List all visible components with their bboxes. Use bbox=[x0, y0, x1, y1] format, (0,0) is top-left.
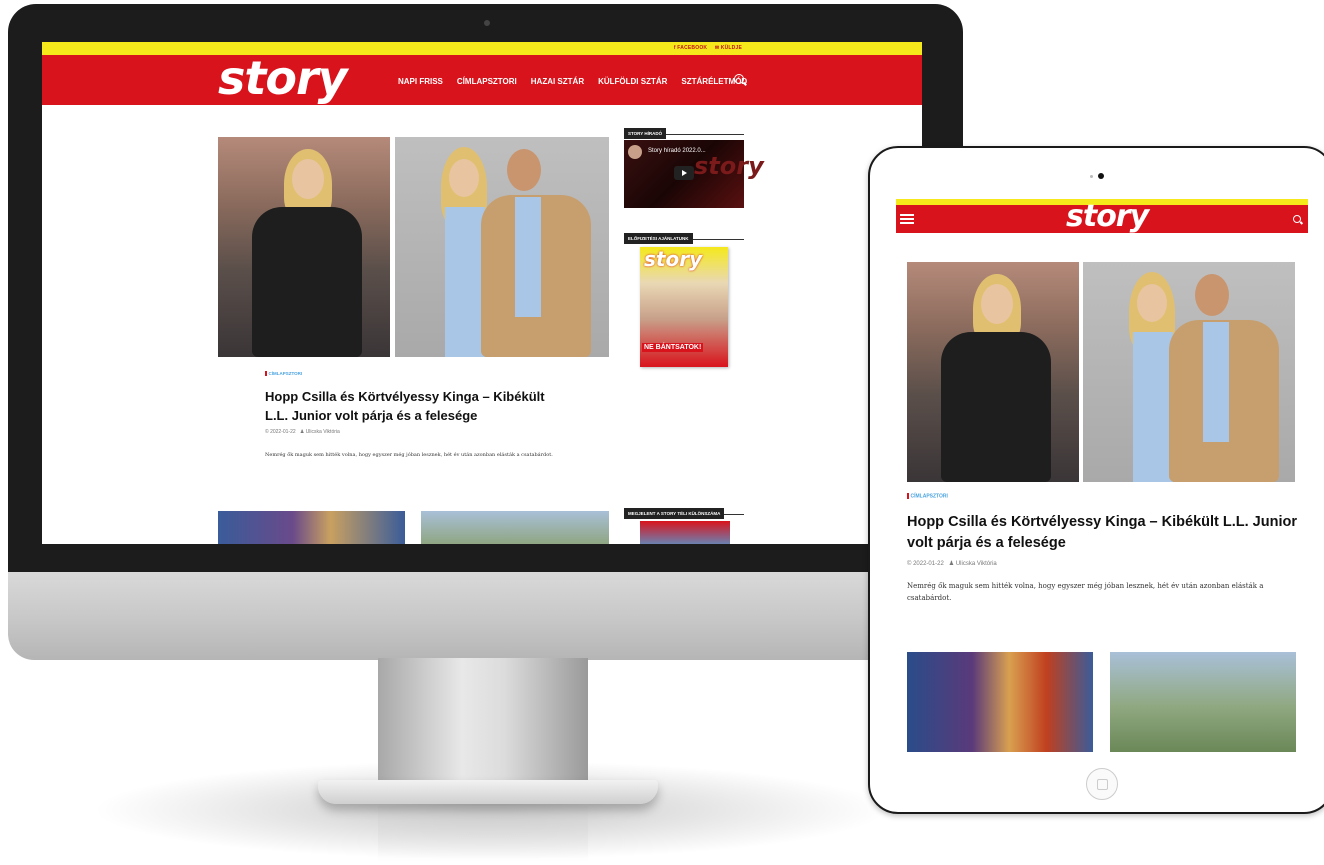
article-meta: © 2022-01-22 ♟ Ulicska Viktória bbox=[265, 429, 340, 435]
main-menu: NAPI FRISS CÍMLAPSZTORI HAZAI SZTÁR KÜLF… bbox=[398, 77, 747, 86]
video-logo: story bbox=[694, 152, 764, 180]
hamburger-menu-icon[interactable] bbox=[900, 214, 914, 224]
main-navbar: story NAPI FRISS CÍMLAPSZTORI HAZAI SZTÁ… bbox=[42, 51, 922, 105]
top-bar: f FACEBOOK ✉ KÜLDJE bbox=[42, 42, 922, 55]
tablet-article-thumb-1[interactable] bbox=[907, 652, 1093, 752]
tablet-hero-photo-woman[interactable] bbox=[907, 262, 1079, 482]
tablet-website-screen: story CÍMLAPSZTORI Hopp Csilla és Körtvé… bbox=[896, 199, 1308, 752]
article-thumb-1[interactable] bbox=[218, 511, 405, 544]
contact-link[interactable]: ✉ KÜLDJE bbox=[715, 45, 742, 51]
tablet-navbar: story bbox=[896, 199, 1308, 234]
tablet-search-icon[interactable] bbox=[1293, 215, 1301, 223]
ipad-sensor bbox=[1090, 175, 1093, 178]
tablet-article-thumb-2[interactable] bbox=[1110, 652, 1296, 752]
article-excerpt: Nemrég ők maguk sem hitték volna, hogy e… bbox=[265, 452, 553, 458]
tablet-article-author[interactable]: ♟ Ulicska Viktória bbox=[949, 561, 997, 567]
widget-header-subscription: ELŐFIZETÉSI AJÁNLATUNK bbox=[624, 227, 744, 244]
ipad-camera bbox=[1098, 173, 1104, 179]
imac-stand-reflection bbox=[378, 806, 588, 862]
tablet-article-title[interactable]: Hopp Csilla és Körtvélyessy Kinga – Kibé… bbox=[907, 512, 1302, 554]
hero-photo-couple[interactable] bbox=[395, 137, 609, 357]
article-title[interactable]: Hopp Csilla és Körtvélyessy Kinga – Kibé… bbox=[265, 387, 555, 425]
imac-stand-neck bbox=[378, 658, 588, 798]
special-issue-cover[interactable] bbox=[640, 521, 730, 544]
tablet-article-date: © 2022-01-22 bbox=[907, 561, 944, 567]
tablet-article-meta: © 2022-01-22 ♟ Ulicska Viktória bbox=[907, 560, 997, 567]
article-category[interactable]: CÍMLAPSZTORI bbox=[265, 371, 303, 376]
site-logo[interactable]: story bbox=[218, 51, 348, 105]
tablet-hero-photo-couple[interactable] bbox=[1083, 262, 1295, 482]
widget-header-video: STORY HÍRADÓ bbox=[624, 122, 744, 139]
desktop-website-screen: f FACEBOOK ✉ KÜLDJE story NAPI FRISS CÍM… bbox=[42, 42, 922, 544]
hero-photo-woman[interactable] bbox=[218, 137, 390, 357]
imac-camera bbox=[484, 20, 490, 26]
article-date: © 2022-01-22 bbox=[265, 429, 296, 435]
magazine-cover[interactable]: story NE BÁNTSATOK! bbox=[640, 247, 728, 367]
tablet-article-excerpt: Nemrég ők maguk sem hitték volna, hogy e… bbox=[907, 582, 1264, 602]
nav-item-hazai-sztar[interactable]: HAZAI SZTÁR bbox=[531, 77, 584, 86]
video-player[interactable]: Story híradó 2022.0... story bbox=[624, 140, 764, 208]
article-thumb-2[interactable] bbox=[421, 511, 609, 544]
article-author[interactable]: ♟ Ulicska Viktória bbox=[300, 429, 340, 435]
social-links: f FACEBOOK ✉ KÜLDJE bbox=[668, 45, 742, 51]
search-icon[interactable] bbox=[734, 74, 744, 84]
imac-stand-foot bbox=[318, 780, 658, 804]
widget-header-special-issue: MEGJELENT A STORY TÉLI KÜLÖNSZÁMA bbox=[624, 502, 744, 519]
facebook-link[interactable]: f FACEBOOK bbox=[674, 45, 707, 51]
nav-item-napi-friss[interactable]: NAPI FRISS bbox=[398, 77, 443, 86]
nav-item-kulfoldi-sztar[interactable]: KÜLFÖLDI SZTÁR bbox=[598, 77, 667, 86]
tablet-article-category[interactable]: CÍMLAPSZTORI bbox=[907, 493, 948, 499]
imac-chin bbox=[8, 572, 963, 660]
play-icon[interactable] bbox=[674, 166, 694, 180]
nav-item-cimlapsztori[interactable]: CÍMLAPSZTORI bbox=[457, 77, 517, 86]
channel-avatar bbox=[628, 145, 642, 159]
ipad-home-button[interactable] bbox=[1086, 768, 1118, 800]
tablet-site-logo[interactable]: story bbox=[1066, 199, 1149, 234]
